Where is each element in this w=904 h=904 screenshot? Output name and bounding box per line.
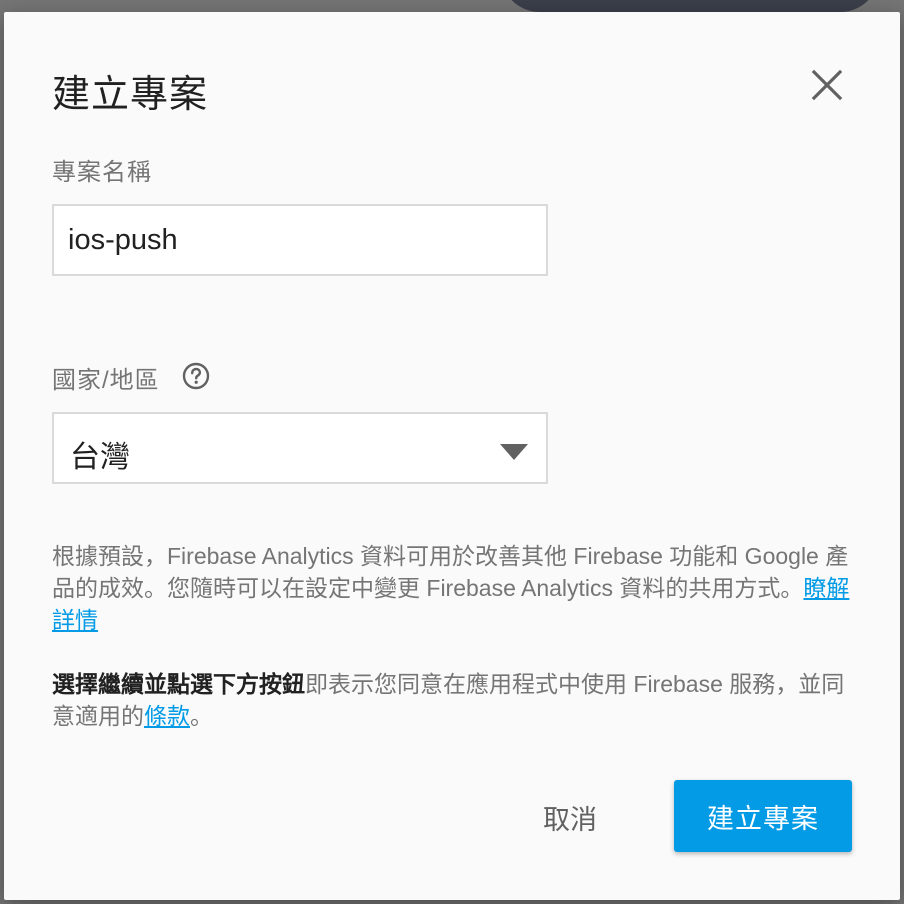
country-select[interactable]: 台灣 (52, 412, 548, 484)
triangle-down-icon (500, 444, 528, 460)
create-project-dialog: 建立專案 專案名稱 國家/地區 台灣 根據預設，Firebase Analyti… (4, 12, 900, 900)
analytics-notice: 根據預設，Firebase Analytics 資料可用於改善其他 Fireba… (52, 540, 862, 636)
country-label: 國家/地區 (52, 367, 160, 394)
close-icon (811, 69, 843, 101)
close-button[interactable] (804, 62, 850, 108)
create-project-button[interactable]: 建立專案 (674, 780, 852, 852)
project-name-input[interactable] (52, 204, 548, 276)
dialog-title: 建立專案 (52, 74, 209, 116)
cancel-button[interactable]: 取消 (514, 782, 626, 852)
analytics-notice-text: 根據預設，Firebase Analytics 資料可用於改善其他 Fireba… (52, 543, 849, 601)
project-name-label: 專案名稱 (52, 159, 152, 186)
terms-link[interactable]: 條款 (144, 703, 190, 729)
terms-notice: 選擇繼續並點選下方按鈕即表示您同意在應用程式中使用 Firebase 服務，並同… (52, 668, 862, 732)
terms-notice-bold: 選擇繼續並點選下方按鈕 (52, 671, 305, 697)
help-circle-icon[interactable] (182, 362, 210, 390)
country-selected-value: 台灣 (70, 441, 130, 474)
terms-notice-end: 。 (190, 703, 213, 729)
backdrop-header-shape (500, 0, 880, 12)
